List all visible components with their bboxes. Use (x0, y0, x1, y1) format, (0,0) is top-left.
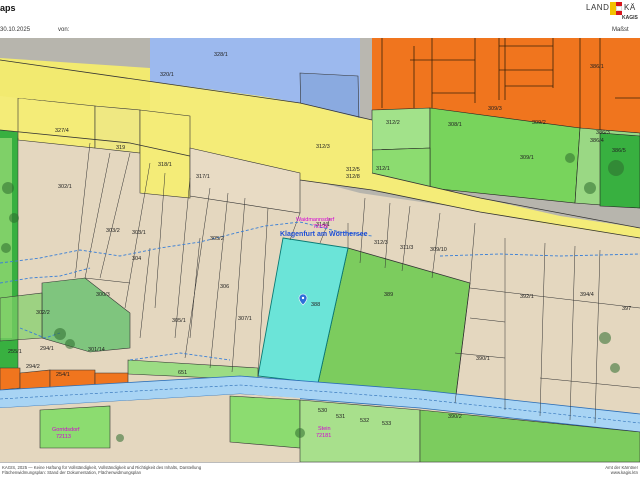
parcel-label: 312/2 (386, 120, 400, 126)
parcel-label: 651 (178, 370, 187, 376)
parcel-label: 312/5 (346, 167, 360, 173)
parcel-label: 300/3 (96, 292, 110, 298)
parcel-label: 302/2 (36, 310, 50, 316)
parcel-label: 390/1 (476, 356, 490, 362)
parcel-label: 305/1 (172, 318, 186, 324)
district-code-waidmannsdorf: 72195 (313, 224, 328, 230)
land-kaernten-logo: LAND KÄ KAGIS (586, 2, 640, 24)
parcel-label: 302/1 (58, 184, 72, 190)
parcel-label: 312/3 (316, 144, 330, 150)
parcel-label: 311/3 (400, 245, 413, 251)
zoning-map-svg[interactable]: 328/1 320/1 319 318/1 327/4 317/1 312/3 312/2 31… (0, 38, 640, 462)
scale-label: Maßst (612, 27, 629, 33)
parcel-label: 301/14 (88, 347, 105, 353)
logo-text-kagis: KAGIS (622, 15, 638, 21)
parcel-label: 394/4 (580, 292, 594, 298)
parcel-label: 309/2 (532, 120, 546, 126)
parcel-label: 386/1 (590, 64, 604, 70)
parcel-label: 305/2 (210, 236, 224, 242)
district-label-gorridsdorf: Gorridsdorf (52, 427, 80, 433)
logo-text-land: LAND (586, 3, 610, 12)
parcel-label: 255/1 (8, 349, 22, 355)
zone-orange-ll-1 (0, 367, 21, 391)
parcel-label: 397 (622, 306, 631, 312)
parcel-label: 303/2 (106, 228, 120, 234)
map-footer: KAGIS, 2025 — Keine Haftung für Vollstän… (0, 462, 640, 480)
parcel-label: 319 (116, 145, 125, 151)
parcel-label: 320/1 (160, 72, 174, 78)
parcel-label: 328/1 (214, 52, 228, 58)
map-viewer: aps 30.10.2025 von: Maßst LAND KÄ KAGIS (0, 0, 640, 480)
parcel-label: 327/4 (55, 128, 69, 134)
parcel-label: 530 (318, 408, 327, 414)
parcel-318-1 (139, 109, 191, 199)
parcel-label: 390/2 (448, 414, 462, 420)
parcel-label: 312/1 (376, 166, 390, 172)
parcel-label: 392/1 (520, 294, 534, 300)
map-canvas[interactable]: 328/1 320/1 319 318/1 327/4 317/1 312/3 312/2 31… (0, 38, 640, 462)
parcel-label: 303/1 (132, 230, 146, 236)
parcel-label: 533 (382, 421, 391, 427)
parcel-label: 308/1 (448, 122, 462, 128)
parcel-label: 309/3 (488, 106, 502, 112)
parcel-label: 294/2 (26, 364, 40, 370)
parcel-label: 532 (360, 418, 369, 424)
parcel-label: 386/4 (590, 138, 604, 144)
parcel-label: 318/1 (158, 162, 172, 168)
parcel-label: 386/3 (596, 130, 610, 136)
coat-of-arms-icon (610, 2, 622, 15)
district-label-stein: Stein (318, 426, 331, 432)
district-label-waidmannsdorf: Waidmannsdorf (296, 217, 335, 223)
parcel-label: 254/1 (56, 372, 70, 378)
parcel-label: 304 (132, 256, 141, 262)
print-date: 30.10.2025 (0, 27, 31, 33)
parcel-label: 317/1 (196, 174, 210, 180)
parcel-label: 312/3 (374, 240, 388, 246)
parcel-label: 386/5 (612, 148, 626, 154)
place-name-label: Klagenfurt am Wörthersee (280, 231, 368, 238)
parcel-label: 531 (336, 414, 345, 420)
parcel-label: 388 (311, 302, 320, 308)
parcel-label: 312/8 (346, 174, 360, 180)
footer-source: Flächenwidmungsplan: Stand der Dokumenta… (2, 470, 142, 475)
parcel-label: 306 (220, 284, 229, 290)
parcel-label: 309/10 (430, 247, 447, 253)
header-title: aps (0, 3, 16, 13)
parcel-label: 309/1 (520, 155, 534, 161)
map-header: aps 30.10.2025 von: Maßst LAND KÄ KAGIS (0, 0, 640, 39)
parcel-stein-green (229, 395, 301, 449)
footer-url: www.kagis.ktn (610, 470, 638, 475)
logo-text-kaernten: KÄ (624, 3, 636, 12)
parcel-label: 389 (384, 292, 393, 298)
district-code-gorridsdorf: 72113 (56, 434, 71, 440)
zone-green-1 (371, 107, 431, 151)
parcel-label: 294/1 (40, 346, 54, 352)
parcel-label: 307/1 (238, 316, 252, 322)
from-label: von: (58, 27, 70, 33)
district-code-stein: 72181 (316, 433, 331, 439)
parcel-327-4 (17, 97, 96, 149)
